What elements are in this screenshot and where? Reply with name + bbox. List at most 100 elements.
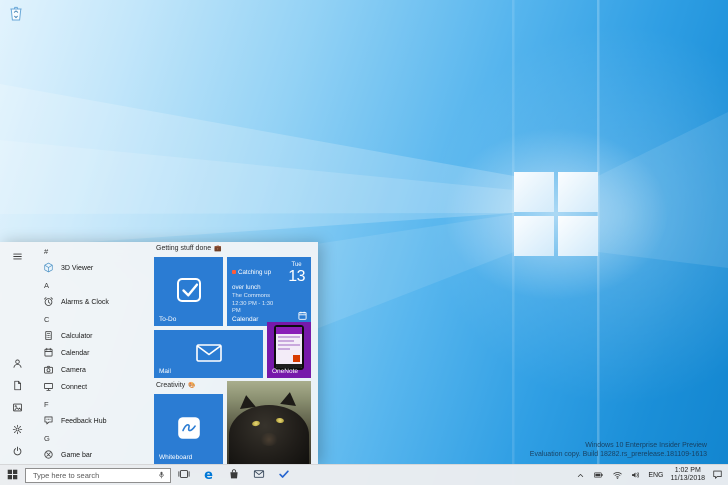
- event-marker-icon: [232, 270, 236, 274]
- app-label: Game bar: [61, 452, 93, 459]
- system-tray: ENG 1:02 PM 11/13/2018: [576, 467, 728, 484]
- pictures-button[interactable]: [7, 400, 27, 416]
- watermark-line1: Windows 10 Enterprise Insider Preview: [585, 442, 707, 449]
- briefcase-emoji-icon: 💼: [214, 246, 222, 252]
- section-letter: F: [44, 400, 49, 409]
- task-view-button[interactable]: [171, 465, 196, 485]
- app-list-item-game-bar[interactable]: Game bar: [34, 447, 150, 464]
- edge-button[interactable]: e: [196, 465, 221, 485]
- app-label: Camera: [61, 367, 86, 374]
- event-location: The Commons: [232, 293, 271, 299]
- tile-onenote[interactable]: OneNote: [267, 322, 311, 378]
- app-list-item-camera[interactable]: Camera: [34, 362, 150, 379]
- todo-button[interactable]: [271, 465, 296, 485]
- power-button[interactable]: [7, 444, 27, 460]
- tile-label: Mail: [159, 368, 171, 375]
- microphone-icon[interactable]: [157, 469, 166, 481]
- app-list-item-calculator[interactable]: Calculator: [34, 328, 150, 345]
- hidden-icons-button[interactable]: [576, 468, 585, 483]
- documents-button[interactable]: [7, 378, 27, 394]
- event-title-row: Catching up over lunch: [232, 269, 271, 291]
- calendar-glyph-icon: [298, 308, 307, 323]
- section-letter: C: [44, 315, 50, 324]
- tile-calendar[interactable]: Catching up over lunch The Commons 12:30…: [227, 257, 311, 326]
- tile-group-creativity[interactable]: Creativity 🎨: [156, 382, 196, 389]
- power-icon: [12, 445, 23, 460]
- app-label: Calendar: [61, 350, 90, 357]
- action-center-icon: [712, 468, 723, 483]
- cat-muzzle: [260, 433, 278, 446]
- onenote-header-bar: [276, 327, 302, 334]
- whiteboard-icon: [177, 416, 201, 443]
- section-letter: A: [44, 281, 50, 290]
- cat-ear: [280, 390, 298, 407]
- mail-icon: [253, 468, 265, 483]
- clock[interactable]: 1:02 PM 11/13/2018: [670, 467, 705, 484]
- day-number: 13: [288, 268, 305, 285]
- action-center-button[interactable]: [712, 468, 723, 483]
- app-list-header-g[interactable]: G: [34, 430, 150, 447]
- app-list-item-3d-viewer[interactable]: 3D Viewer: [34, 260, 150, 277]
- todo-check-icon: [174, 275, 204, 308]
- game-bar-icon: [43, 449, 54, 462]
- user-account-button[interactable]: [7, 356, 27, 372]
- app-list-header-hash[interactable]: #: [34, 243, 150, 260]
- network-button[interactable]: [612, 468, 623, 483]
- calendar-event: Catching up over lunch The Commons 12:30…: [232, 262, 282, 315]
- camera-icon: [43, 364, 54, 377]
- documents-icon: [12, 379, 23, 394]
- search-box[interactable]: [25, 467, 171, 483]
- tile-mail[interactable]: Mail: [154, 330, 263, 378]
- tile-label: OneNote: [272, 368, 299, 375]
- pictures-icon: [12, 401, 23, 416]
- task-view-icon: [177, 468, 190, 483]
- 3d-viewer-icon: [43, 262, 54, 275]
- mail-button[interactable]: [246, 465, 271, 485]
- settings-button[interactable]: [7, 422, 27, 438]
- taskbar: e: [0, 464, 728, 485]
- calculator-icon: [43, 330, 54, 343]
- recycle-bin-icon[interactable]: [8, 4, 24, 22]
- tile-group-label: Creativity: [156, 382, 186, 389]
- app-list-item-calendar[interactable]: Calendar: [34, 345, 150, 362]
- app-list-header-f[interactable]: F: [34, 396, 150, 413]
- user-icon: [12, 357, 23, 372]
- store-icon: [228, 468, 240, 483]
- battery-button[interactable]: [592, 468, 605, 483]
- section-letter: G: [44, 434, 50, 443]
- tile-group-getting-stuff-done[interactable]: Getting stuff done 💼: [156, 245, 222, 252]
- calendar-icon: [43, 347, 54, 360]
- tile-photos[interactable]: [227, 381, 311, 465]
- store-button[interactable]: [221, 465, 246, 485]
- battery-icon: [592, 468, 605, 483]
- app-label: 3D Viewer: [61, 265, 94, 272]
- tile-todo[interactable]: To-Do: [154, 257, 223, 326]
- rail-bottom-group: [7, 356, 27, 460]
- chevron-up-icon: [576, 468, 585, 483]
- start-menu-rail: [0, 242, 34, 465]
- start-button[interactable]: [0, 465, 25, 485]
- tile-panel: Getting stuff done 💼 To-Do Catching up o…: [150, 242, 318, 465]
- event-time: 12:30 PM - 1:30 PM: [232, 301, 274, 314]
- todo-check-icon: [278, 468, 290, 483]
- search-input[interactable]: [26, 470, 157, 480]
- app-list-header-a[interactable]: A: [34, 277, 150, 294]
- alarms-clock-icon: [43, 296, 54, 309]
- desktop: Windows 10 Enterprise Insider Preview Ev…: [0, 0, 728, 485]
- cat-photo-image: [227, 381, 311, 465]
- tile-group-label: Getting stuff done: [156, 245, 212, 252]
- clock-time: 1:02 PM: [674, 466, 701, 474]
- tile-label: Calendar: [232, 316, 259, 323]
- app-list-header-c[interactable]: C: [34, 311, 150, 328]
- tile-whiteboard[interactable]: Whiteboard: [154, 394, 223, 464]
- app-list-item-connect[interactable]: Connect: [34, 379, 150, 396]
- watermark: Windows 10 Enterprise Insider Preview Ev…: [530, 441, 707, 459]
- volume-icon: [630, 468, 641, 483]
- app-list: # 3D Viewer A Alarms & Clock C Calculato…: [34, 242, 150, 465]
- volume-button[interactable]: [630, 468, 641, 483]
- expand-menu-button[interactable]: [7, 249, 27, 265]
- app-list-item-feedback-hub[interactable]: Feedback Hub: [34, 413, 150, 430]
- app-list-item-alarms-clock[interactable]: Alarms & Clock: [34, 294, 150, 311]
- phone-screen: [276, 327, 302, 368]
- language-indicator[interactable]: ENG: [648, 472, 663, 479]
